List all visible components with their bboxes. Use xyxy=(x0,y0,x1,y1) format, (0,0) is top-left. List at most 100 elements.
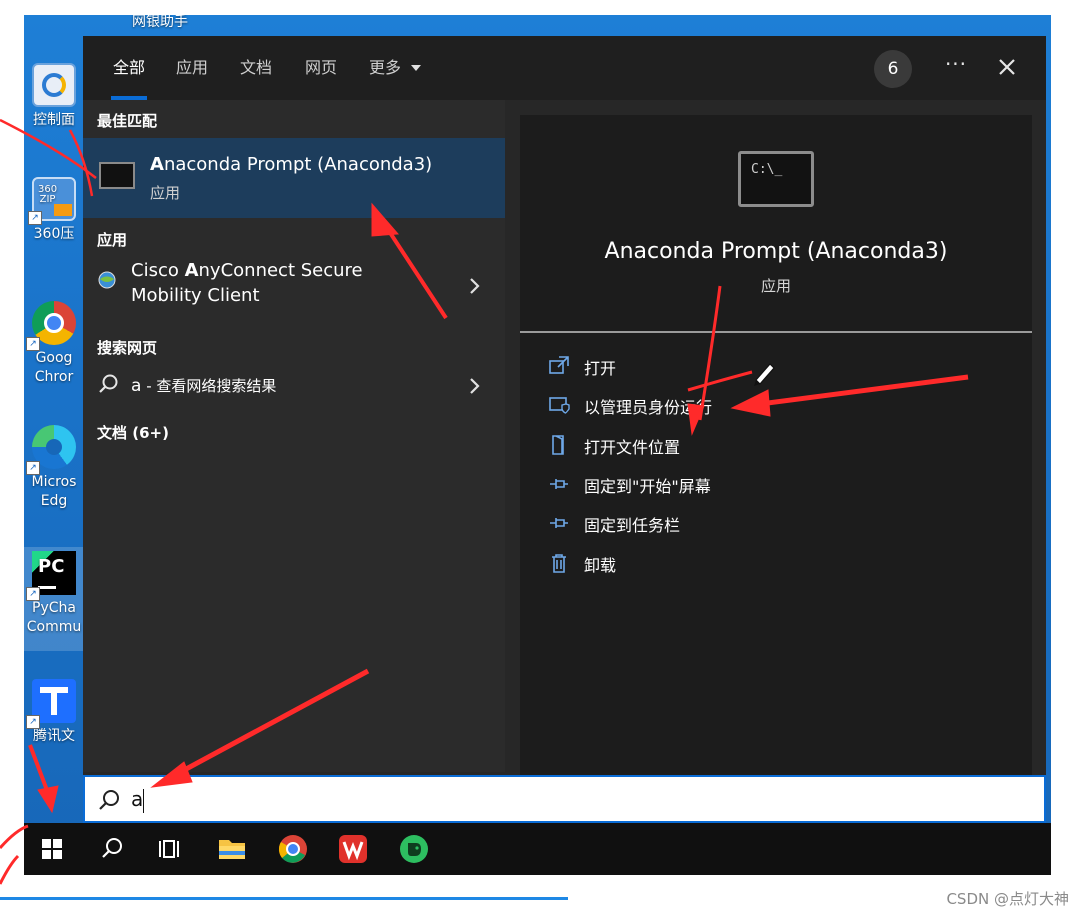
close-button[interactable] xyxy=(991,51,1023,83)
web-search-result[interactable]: a - 查看网络搜索结果 xyxy=(83,368,505,404)
action-pin-to-start[interactable]: 固定到"开始"屏幕 xyxy=(548,470,848,500)
search-icon xyxy=(99,374,118,393)
result-count-badge[interactable]: 6 xyxy=(874,50,912,88)
taskbar-wps[interactable] xyxy=(333,831,373,867)
pycharm-icon-text: PC xyxy=(38,556,65,577)
chevron-down-icon xyxy=(411,65,422,71)
pin-icon xyxy=(550,518,568,528)
edge-icon: ↗ xyxy=(26,425,76,475)
action-label: 打开 xyxy=(584,359,617,378)
shortcut-arrow-icon: ↗ xyxy=(26,587,40,601)
apps-header: 应用 xyxy=(97,231,128,249)
shortcut-arrow-icon: ↗ xyxy=(28,211,42,225)
tab-more[interactable]: 更多 xyxy=(369,56,422,80)
tencent-docs-icon: ↗ xyxy=(26,679,76,729)
desktop-icon-chrome[interactable]: ↗ Goog Chror xyxy=(24,301,84,387)
more-options-button[interactable]: ··· xyxy=(941,51,971,81)
trash-icon xyxy=(552,554,566,573)
desktop-icon-edge[interactable]: ↗ Micros Edg xyxy=(24,425,84,511)
desktop-icon-360zip[interactable]: 360 ZIP ↗ 360压 xyxy=(24,177,84,244)
action-uninstall[interactable]: 卸载 xyxy=(548,549,848,579)
desktop-icon-label: 控制面 xyxy=(33,112,75,128)
taskbar-chrome[interactable] xyxy=(273,831,313,867)
file-explorer-icon xyxy=(219,840,245,859)
divider xyxy=(520,331,1032,333)
action-run-as-admin[interactable]: 以管理员身份运行 xyxy=(548,391,848,421)
task-view-icon xyxy=(159,840,179,858)
search-filter-header: 全部 应用 文档 网页 更多 6 ··· xyxy=(83,36,1046,100)
desktop-icon-label-top: 网银助手 xyxy=(132,15,188,30)
preview-subtitle: 应用 xyxy=(760,277,791,295)
best-match-item[interactable]: Anaconda Prompt (Anaconda3) 应用 xyxy=(83,138,505,218)
search-icon xyxy=(99,790,119,810)
action-label: 固定到"开始"屏幕 xyxy=(584,477,711,496)
search-box[interactable]: a xyxy=(83,775,1046,823)
terminal-app-icon xyxy=(99,162,135,189)
pin-icon xyxy=(550,479,568,489)
desktop-icon-label: Goog xyxy=(35,350,73,366)
app-result-line2: Mobility Client xyxy=(131,285,260,306)
search-results-list: 最佳匹配 Anaconda Prompt (Anaconda3) 应用 应用 C… xyxy=(83,100,505,772)
close-icon xyxy=(999,59,1015,75)
evernote-icon xyxy=(400,835,428,863)
action-label: 以管理员身份运行 xyxy=(584,398,713,417)
cisco-globe-icon xyxy=(98,271,116,289)
taskbar xyxy=(24,823,1051,875)
desktop-icon-label: PyCha xyxy=(32,600,76,616)
desktop-icon-label: Edg xyxy=(40,493,68,509)
chevron-right-icon[interactable] xyxy=(465,272,485,300)
file-location-icon xyxy=(552,435,564,455)
desktop-icon-pycharm[interactable]: PC ↗ PyCha Commu xyxy=(24,547,84,651)
progress-underline xyxy=(0,897,568,900)
action-pin-to-taskbar[interactable]: 固定到任务栏 xyxy=(548,509,848,539)
tab-all[interactable]: 全部 xyxy=(110,56,148,100)
zip-icon-text: 360 ZIP xyxy=(38,184,58,205)
action-open[interactable]: 打开 xyxy=(548,352,848,382)
text-caret xyxy=(143,789,144,813)
taskbar-search-button[interactable] xyxy=(92,831,132,867)
web-query-suffix: - 查看网络搜索结果 xyxy=(141,377,277,395)
desktop-icon-tencent-docs[interactable]: ↗ 腾讯文 xyxy=(24,679,84,746)
taskbar-file-explorer[interactable] xyxy=(212,831,252,867)
open-icon xyxy=(549,356,569,374)
best-match-name: Anaconda Prompt (Anaconda3) xyxy=(150,154,433,175)
action-open-file-location[interactable]: 打开文件位置 xyxy=(548,431,848,461)
app-result-line1: Cisco AnyConnect Secure xyxy=(131,260,363,281)
chevron-right-icon[interactable] xyxy=(465,372,485,400)
search-input[interactable]: a xyxy=(131,787,143,811)
taskbar-evernote[interactable] xyxy=(394,831,434,867)
pycharm-icon: PC ↗ xyxy=(26,551,76,601)
documents-header[interactable]: 文档 (6+) xyxy=(97,422,169,443)
web-search-header: 搜索网页 xyxy=(97,339,158,357)
tab-more-label: 更多 xyxy=(369,58,402,77)
shortcut-arrow-icon: ↗ xyxy=(26,715,40,729)
task-view-button[interactable] xyxy=(150,831,190,867)
desktop-icon-label: Commu xyxy=(26,619,82,635)
terminal-app-icon: C:\_ xyxy=(738,151,814,207)
watermark: CSDN @点灯大神 xyxy=(946,890,1069,908)
desktop-icon-label: 360压 xyxy=(33,226,75,242)
control-panel-icon xyxy=(32,63,76,107)
desktop-icon-label: Chror xyxy=(34,369,74,385)
search-icon xyxy=(102,838,122,858)
start-button[interactable] xyxy=(32,831,72,867)
desktop-icon-label: Micros xyxy=(31,474,77,490)
terminal-icon-text: C:\_ xyxy=(751,162,783,177)
shortcut-arrow-icon: ↗ xyxy=(26,461,40,475)
app-result-cisco[interactable]: Cisco AnyConnect Secure Mobility Client xyxy=(83,256,505,326)
tab-web[interactable]: 网页 xyxy=(305,56,337,80)
tab-documents[interactable]: 文档 xyxy=(240,56,272,80)
start-search-panel: 全部 应用 文档 网页 更多 6 ··· 最佳匹配 Anaconda Promp… xyxy=(83,36,1046,823)
web-query: a xyxy=(131,376,142,396)
desktop-icon-label: 腾讯文 xyxy=(33,728,75,744)
action-label: 卸载 xyxy=(584,556,617,575)
preview-title: Anaconda Prompt (Anaconda3) xyxy=(604,239,948,264)
preview-pane: C:\_ Anaconda Prompt (Anaconda3) 应用 打开 以… xyxy=(520,115,1032,808)
best-match-type: 应用 xyxy=(150,184,181,202)
chrome-icon xyxy=(278,835,307,863)
wps-icon xyxy=(339,835,367,863)
tab-apps[interactable]: 应用 xyxy=(176,56,208,80)
desktop-icon-control-panel[interactable]: 控制面 xyxy=(24,63,84,130)
action-label: 固定到任务栏 xyxy=(584,516,681,535)
shield-icon xyxy=(549,397,570,414)
